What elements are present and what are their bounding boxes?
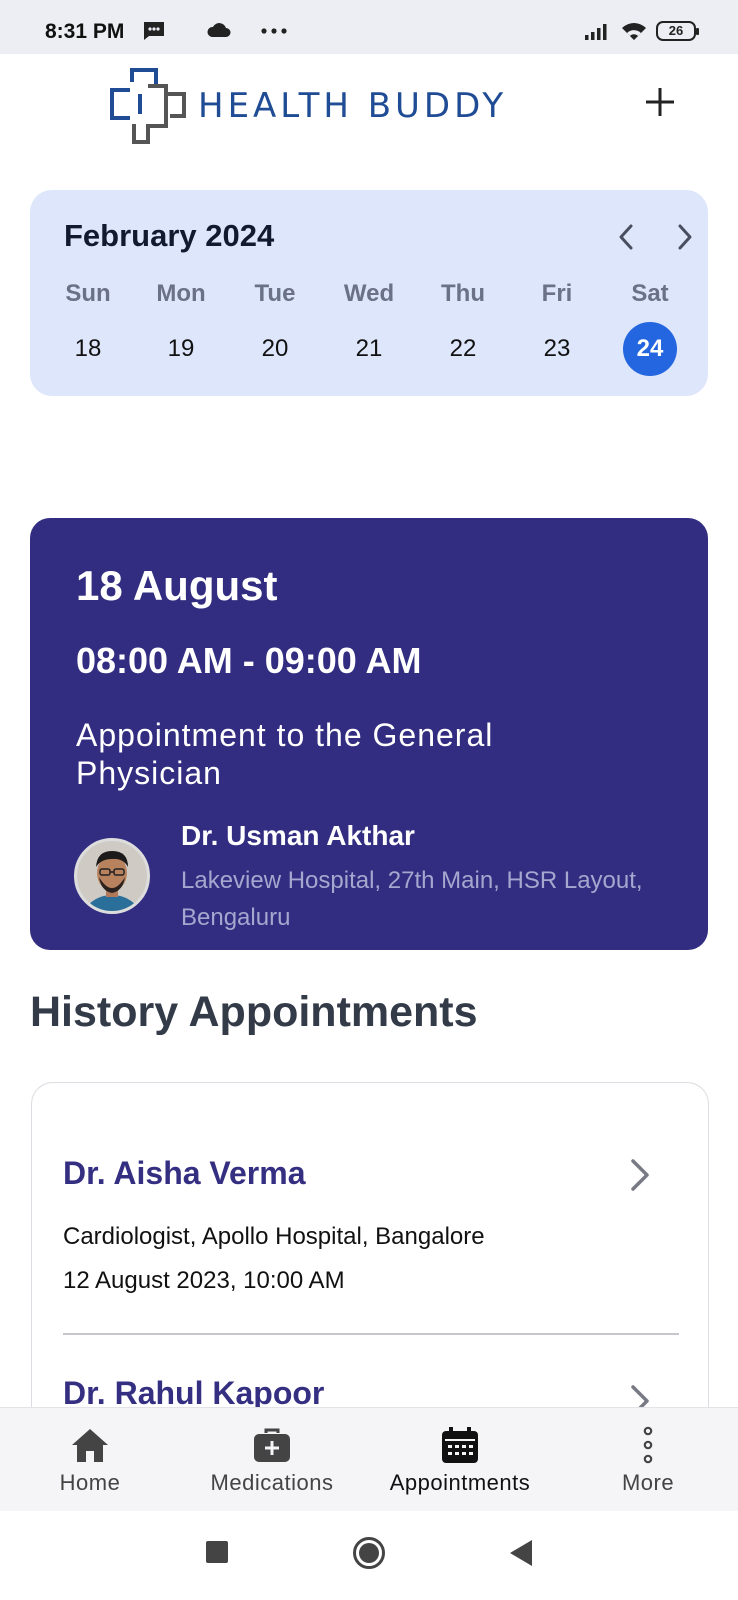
nav-item-home[interactable]: Home (0, 1424, 180, 1496)
calendar-date[interactable]: 19 (154, 322, 208, 376)
more-vertical-icon (643, 1426, 653, 1464)
history-section-title: History Appointments (30, 988, 478, 1036)
cloud-icon (207, 23, 231, 37)
nav-label: Appointments (389, 1470, 531, 1495)
status-time: 8:31 PM (45, 20, 125, 43)
appointment-time: 08:00 AM - 09:00 AM (76, 640, 422, 681)
divider (63, 1333, 679, 1335)
chevron-left-icon[interactable] (610, 220, 644, 254)
weekday-label: Wed (343, 280, 395, 307)
history-doctor-name: Dr. Aisha Verma (63, 1155, 306, 1191)
appointment-date: 18 August (76, 562, 278, 609)
weekday-label: Sat (631, 280, 669, 307)
weekday-label: Thu (441, 280, 485, 307)
medical-bag-icon (254, 1428, 290, 1462)
weekday-label: Fri (541, 280, 573, 307)
avatar (74, 838, 150, 914)
wifi-icon (622, 23, 646, 40)
more-horizontal-icon (261, 28, 287, 34)
nav-item-more[interactable]: More (558, 1424, 738, 1496)
health-cross-logo-icon (110, 68, 186, 144)
doctor-address: Lakeview Hospital, 27th Main, HSR Layout… (181, 867, 643, 931)
app-name: HEALTH BUDDY (198, 86, 508, 126)
calendar-date[interactable]: 23 (530, 322, 584, 376)
plus-icon[interactable] (642, 84, 678, 120)
back-triangle-icon[interactable] (508, 1538, 534, 1568)
nav-label: Medications (210, 1470, 334, 1495)
history-doctor-specialty: Cardiologist, Apollo Hospital, Bangalore (63, 1223, 485, 1250)
app-header: HEALTH BUDDY (0, 54, 738, 154)
weekday-label: Tue (254, 280, 296, 307)
battery-indicator: 26 (656, 21, 699, 41)
app-logo: HEALTH BUDDY (108, 66, 507, 146)
home-icon (72, 1429, 108, 1462)
message-icon (144, 22, 164, 40)
doctor-photo (77, 841, 147, 911)
calendar-date[interactable]: 20 (248, 322, 302, 376)
system-navigation-bar (0, 1512, 738, 1600)
doctor-name: Dr. Usman Akthar (181, 820, 415, 851)
notification-icons (142, 20, 288, 42)
recent-apps-icon[interactable] (205, 1540, 229, 1564)
status-bar: 8:31 PM 26 (0, 0, 738, 54)
calendar-date[interactable]: 22 (436, 322, 490, 376)
week-calendar: February 2024 Sun Mon Tue Wed Thu Fri Sa… (30, 190, 708, 396)
history-appointment-item[interactable]: Dr. Aisha Verma Cardiologist, Apollo Hos… (63, 1155, 675, 1294)
nav-label: More (621, 1470, 675, 1495)
calendar-date[interactable]: 21 (342, 322, 396, 376)
calendar-icon (442, 1427, 478, 1463)
system-status-icons: 26 (584, 20, 699, 42)
nav-item-appointments[interactable]: Appointments (370, 1424, 550, 1496)
chevron-right-icon[interactable] (623, 1155, 657, 1195)
calendar-date[interactable]: 18 (61, 322, 115, 376)
nav-label: Home (59, 1470, 121, 1495)
upcoming-appointment-card[interactable]: 18 August 08:00 AM - 09:00 AM Appointmen… (30, 518, 708, 950)
history-appointments-list: Dr. Aisha Verma Cardiologist, Apollo Hos… (31, 1082, 709, 1412)
nav-item-medications[interactable]: Medications (182, 1424, 362, 1496)
calendar-month-label: February 2024 (64, 218, 275, 253)
history-appointment-datetime: 12 August 2023, 10:00 AM (63, 1267, 345, 1294)
weekday-label: Sun (65, 280, 111, 307)
signal-icon (585, 24, 607, 40)
weekday-label: Mon (156, 280, 206, 307)
bottom-navigation: Home Medications Appointments More (0, 1407, 738, 1511)
calendar-date-selected[interactable]: 24 (623, 322, 677, 376)
home-circle-icon[interactable] (352, 1536, 386, 1570)
chevron-right-icon[interactable] (667, 220, 701, 254)
appointment-title: Appointment to the General Physician (76, 717, 494, 791)
